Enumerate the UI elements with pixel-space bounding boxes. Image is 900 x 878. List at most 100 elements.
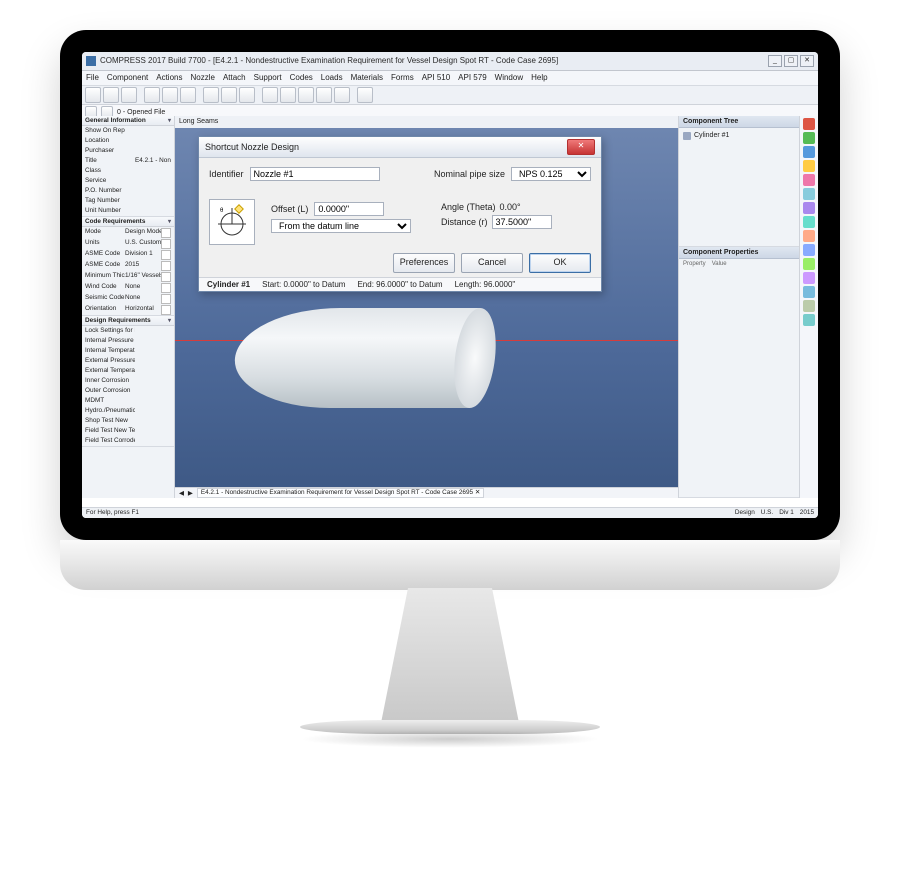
prop-row[interactable]: Internal Temperature: [82, 346, 174, 356]
prop-row[interactable]: Purchaser: [82, 146, 174, 156]
prop-edit-icon[interactable]: [161, 250, 171, 260]
prop-row[interactable]: Wind CodeNone: [82, 282, 174, 293]
menu-actions[interactable]: Actions: [156, 71, 182, 85]
tool-new-icon[interactable]: [85, 87, 101, 103]
prop-row[interactable]: ModeDesign Mode: [82, 227, 174, 238]
prop-row[interactable]: Location: [82, 136, 174, 146]
menu-nozzle[interactable]: Nozzle: [190, 71, 214, 85]
palette-color-icon[interactable]: [803, 146, 815, 158]
prop-row[interactable]: OrientationHorizontal: [82, 304, 174, 315]
menu-window[interactable]: Window: [495, 71, 523, 85]
prop-row[interactable]: External Temperature: [82, 366, 174, 376]
cylinder-model[interactable]: [230, 308, 481, 408]
menu-api579[interactable]: API 579: [458, 71, 486, 85]
doc-tab-prev[interactable]: ◀: [179, 489, 184, 497]
palette-color-icon[interactable]: [803, 286, 815, 298]
palette-color-icon[interactable]: [803, 174, 815, 186]
tool-redo-icon[interactable]: [180, 87, 196, 103]
tool-view-icon[interactable]: [262, 87, 278, 103]
prop-row[interactable]: External Pressure: [82, 356, 174, 366]
datum-select[interactable]: From the datum line: [271, 219, 411, 233]
palette-color-icon[interactable]: [803, 230, 815, 242]
palette-color-icon[interactable]: [803, 300, 815, 312]
pipesize-select[interactable]: NPS 0.125: [511, 167, 591, 181]
prop-row[interactable]: UnitsU.S. Customa..: [82, 238, 174, 249]
tool-save-icon[interactable]: [121, 87, 137, 103]
prop-row[interactable]: Class: [82, 166, 174, 176]
tool-fit-icon[interactable]: [334, 87, 350, 103]
window-minimize[interactable]: _: [768, 55, 782, 67]
panel-general-header[interactable]: General Information: [82, 116, 174, 126]
prop-row[interactable]: Tag Number: [82, 196, 174, 206]
palette-color-icon[interactable]: [803, 188, 815, 200]
prop-row[interactable]: Outer Corrosion: [82, 386, 174, 396]
prop-row[interactable]: Inner Corrosion: [82, 376, 174, 386]
ok-button[interactable]: OK: [529, 253, 591, 273]
prop-row[interactable]: Unit Number: [82, 206, 174, 216]
doc-tab-next[interactable]: ▶: [188, 489, 193, 497]
offset-input[interactable]: [314, 202, 384, 216]
prop-row[interactable]: Internal Pressure: [82, 336, 174, 346]
prop-row[interactable]: Shop Test New: [82, 416, 174, 426]
menu-file[interactable]: File: [86, 71, 99, 85]
tool-paste-icon[interactable]: [239, 87, 255, 103]
palette-color-icon[interactable]: [803, 244, 815, 256]
menu-forms[interactable]: Forms: [391, 71, 414, 85]
window-maximize[interactable]: ▢: [784, 55, 798, 67]
tool-open-icon[interactable]: [103, 87, 119, 103]
prop-row[interactable]: MDMT: [82, 396, 174, 406]
menu-attach[interactable]: Attach: [223, 71, 246, 85]
panel-code-header[interactable]: Code Requirements: [82, 217, 174, 227]
prop-edit-icon[interactable]: [161, 272, 171, 282]
tree-node-cylinder[interactable]: Cylinder #1: [683, 130, 795, 141]
tool-rotate-icon[interactable]: [316, 87, 332, 103]
prop-row[interactable]: Minimum Thic..1/16" Vessels: [82, 271, 174, 282]
prop-edit-icon[interactable]: [161, 261, 171, 271]
doc-tab-current[interactable]: E4.2.1 - Nondestructive Examination Requ…: [197, 488, 484, 498]
prop-edit-icon[interactable]: [161, 283, 171, 293]
dialog-close-icon[interactable]: ✕: [567, 139, 595, 155]
menu-loads[interactable]: Loads: [321, 71, 343, 85]
identifier-input[interactable]: [250, 167, 380, 181]
menu-help[interactable]: Help: [531, 71, 547, 85]
prop-row[interactable]: Hydro./Pneumatic T..: [82, 406, 174, 416]
component-props-header[interactable]: Component Properties: [679, 247, 799, 259]
tool-undo-icon[interactable]: [162, 87, 178, 103]
prop-edit-icon[interactable]: [161, 228, 171, 238]
dialog-titlebar[interactable]: Shortcut Nozzle Design ✕: [199, 137, 601, 158]
palette-color-icon[interactable]: [803, 258, 815, 270]
prop-row[interactable]: Seismic CodeNone: [82, 293, 174, 304]
prop-row[interactable]: Service: [82, 176, 174, 186]
panel-design-header[interactable]: Design Requirements: [82, 316, 174, 326]
palette-color-icon[interactable]: [803, 160, 815, 172]
prop-edit-icon[interactable]: [161, 294, 171, 304]
distance-input[interactable]: [492, 215, 552, 229]
tool-pan-icon[interactable]: [298, 87, 314, 103]
tool-print-icon[interactable]: [144, 87, 160, 103]
preferences-button[interactable]: Preferences: [393, 253, 455, 273]
menu-codes[interactable]: Codes: [290, 71, 313, 85]
prop-row[interactable]: ASME CodeDivision 1: [82, 249, 174, 260]
menu-support[interactable]: Support: [254, 71, 282, 85]
cancel-button[interactable]: Cancel: [461, 253, 523, 273]
palette-color-icon[interactable]: [803, 118, 815, 130]
palette-color-icon[interactable]: [803, 272, 815, 284]
palette-color-icon[interactable]: [803, 216, 815, 228]
prop-row[interactable]: Field Test Corroded: [82, 436, 174, 446]
prop-row[interactable]: Show On Rep: [82, 126, 174, 136]
window-close[interactable]: ✕: [800, 55, 814, 67]
palette-color-icon[interactable]: [803, 132, 815, 144]
prop-row[interactable]: Field Test New Te..: [82, 426, 174, 436]
palette-color-icon[interactable]: [803, 202, 815, 214]
prop-row[interactable]: TitleE4.2.1 - Nond..: [82, 156, 174, 166]
prop-row[interactable]: P.O. Number: [82, 186, 174, 196]
component-tree-header[interactable]: Component Tree: [679, 116, 799, 128]
prop-row[interactable]: ASME Code2015: [82, 260, 174, 271]
palette-color-icon[interactable]: [803, 314, 815, 326]
tool-copy-icon[interactable]: [221, 87, 237, 103]
prop-edit-icon[interactable]: [161, 239, 171, 249]
menu-api510[interactable]: API 510: [422, 71, 450, 85]
prop-edit-icon[interactable]: [161, 305, 171, 315]
tool-help-icon[interactable]: [357, 87, 373, 103]
prop-row[interactable]: Lock Settings for Indiv..: [82, 326, 174, 336]
